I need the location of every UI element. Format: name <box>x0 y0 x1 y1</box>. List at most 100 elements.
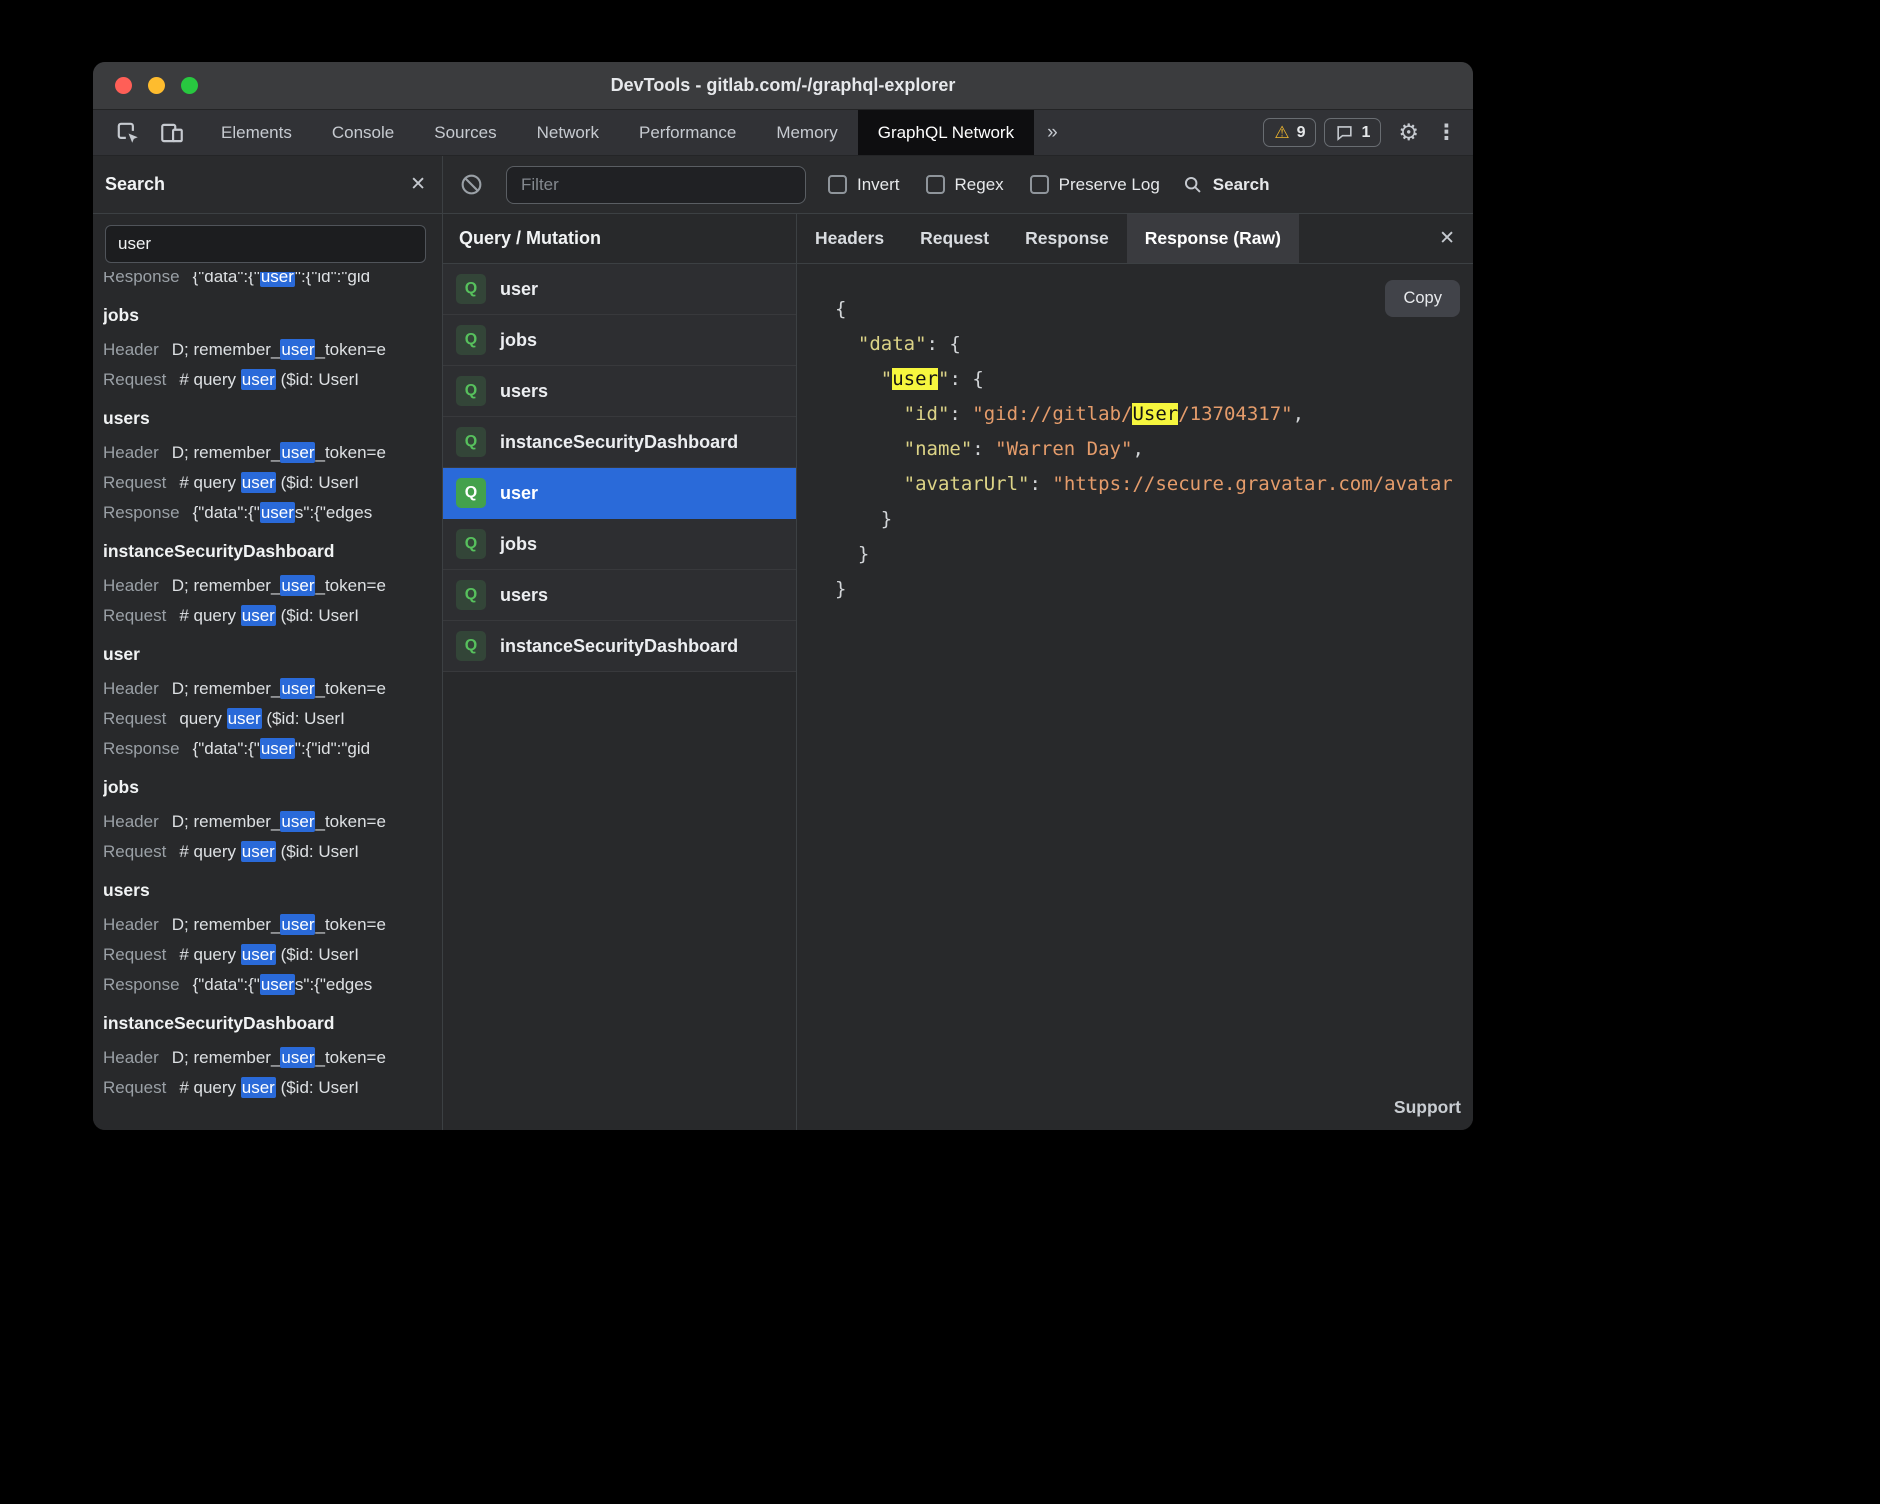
network-toolbar: Invert Regex Preserve Log Search <box>443 156 1473 213</box>
result-line-label: Request <box>103 1078 166 1097</box>
query-list-item[interactable]: QinstanceSecurityDashboard <box>443 621 796 672</box>
search-result-group-title[interactable]: user <box>103 639 442 669</box>
query-list-item[interactable]: Qjobs <box>443 519 796 570</box>
search-input-wrap <box>93 214 442 272</box>
details-pane: HeadersRequestResponseResponse (Raw) ✕ C… <box>797 214 1473 1130</box>
search-result-group-title[interactable]: users <box>103 403 442 433</box>
search-result-line[interactable]: Requestquery user ($id: UserI <box>103 704 442 734</box>
checkbox-label: Invert <box>857 175 900 195</box>
tab-network[interactable]: Network <box>517 110 619 155</box>
search-result-group-title[interactable]: instanceSecurityDashboard <box>103 536 442 566</box>
checkbox-box <box>828 175 847 194</box>
query-badge-icon: Q <box>456 325 486 355</box>
result-line-label: Header <box>103 812 159 831</box>
search-result-line[interactable]: Request# query user ($id: UserI <box>103 601 442 631</box>
query-list-item[interactable]: Quser <box>443 468 796 519</box>
result-line-label: Response <box>103 272 180 286</box>
checkbox-invert[interactable]: Invert <box>828 175 900 195</box>
support-link[interactable]: Support <box>1394 1097 1461 1118</box>
search-result-group-title[interactable]: instanceSecurityDashboard <box>103 1008 442 1038</box>
query-list-item[interactable]: Quser <box>443 264 796 315</box>
search-result-group-title[interactable]: jobs <box>103 300 442 330</box>
query-label: jobs <box>500 534 537 555</box>
search-result-line[interactable]: Response{"data":{"users":{"edges <box>103 970 442 1000</box>
json-line: } <box>835 537 1473 572</box>
search-result-group-title[interactable]: jobs <box>103 772 442 802</box>
search-toggle[interactable]: Search <box>1182 174 1270 195</box>
search-result-line[interactable]: Request# query user ($id: UserI <box>103 1073 442 1103</box>
search-result-line[interactable]: Response{"data":{"user":{"id":"gid <box>103 734 442 764</box>
checkbox-box <box>1030 175 1049 194</box>
query-list-item[interactable]: Qjobs <box>443 315 796 366</box>
tabbar-right-controls: ⚠ 9 1 ⚙ ⋮ <box>1263 110 1473 155</box>
query-list-item[interactable]: QinstanceSecurityDashboard <box>443 417 796 468</box>
result-line-label: Request <box>103 606 166 625</box>
clear-icon[interactable] <box>459 172 484 197</box>
devtools-tabs: ElementsConsoleSourcesNetworkPerformance… <box>201 110 1034 155</box>
search-result-line[interactable]: HeaderD; remember_user_token=e <box>103 1043 442 1073</box>
details-tab-response[interactable]: Response <box>1007 214 1127 263</box>
close-details-icon[interactable]: ✕ <box>1421 214 1473 263</box>
settings-gear-icon[interactable]: ⚙ <box>1398 121 1419 144</box>
search-result-line[interactable]: HeaderD; remember_user_token=e <box>103 807 442 837</box>
search-result-line[interactable]: HeaderD; remember_user_token=e <box>103 571 442 601</box>
search-result-line[interactable]: Request# query user ($id: UserI <box>103 940 442 970</box>
tab-memory[interactable]: Memory <box>756 110 857 155</box>
checkbox-regex[interactable]: Regex <box>926 175 1004 195</box>
messages-badge[interactable]: 1 <box>1324 118 1381 147</box>
query-list-item[interactable]: Qusers <box>443 366 796 417</box>
copy-button[interactable]: Copy <box>1385 280 1460 317</box>
query-badge-icon: Q <box>456 478 486 508</box>
query-label: users <box>500 381 548 402</box>
json-code: { "data": { "user": { "id": "gid://gitla… <box>835 292 1473 607</box>
devtools-tabbar: ElementsConsoleSourcesNetworkPerformance… <box>93 110 1473 156</box>
result-line-label: Request <box>103 709 166 728</box>
details-tab-request[interactable]: Request <box>902 214 1007 263</box>
search-result-line[interactable]: Response{"data":{"users":{"edges <box>103 498 442 528</box>
checkbox-preserve-log[interactable]: Preserve Log <box>1030 175 1160 195</box>
query-list-item[interactable]: Qusers <box>443 570 796 621</box>
search-panel-header: Search ✕ <box>93 156 443 213</box>
query-label: instanceSecurityDashboard <box>500 636 738 657</box>
details-tab-headers[interactable]: Headers <box>797 214 902 263</box>
search-query-input[interactable] <box>105 225 426 263</box>
query-badge-icon: Q <box>456 580 486 610</box>
inspect-element-icon[interactable] <box>115 120 141 146</box>
search-result-line[interactable]: HeaderD; remember_user_token=e <box>103 438 442 468</box>
details-tab-response-raw[interactable]: Response (Raw) <box>1127 214 1299 263</box>
query-badge-icon: Q <box>456 274 486 304</box>
device-toolbar-icon[interactable] <box>159 120 185 146</box>
tab-sources[interactable]: Sources <box>414 110 516 155</box>
result-line-label: Request <box>103 473 166 492</box>
tab-performance[interactable]: Performance <box>619 110 756 155</box>
tab-elements[interactable]: Elements <box>201 110 312 155</box>
result-line-label: Header <box>103 576 159 595</box>
result-line-label: Response <box>103 739 180 758</box>
search-result-line[interactable]: HeaderD; remember_user_token=e <box>103 910 442 940</box>
search-result-line[interactable]: HeaderD; remember_user_token=e <box>103 674 442 704</box>
search-result-line[interactable]: HeaderD; remember_user_token=e <box>103 335 442 365</box>
search-result-line[interactable]: Request# query user ($id: UserI <box>103 837 442 867</box>
tab-graphql-network[interactable]: GraphQL Network <box>858 110 1034 155</box>
issues-badge[interactable]: ⚠ 9 <box>1263 118 1316 147</box>
search-result-line[interactable]: Request# query user ($id: UserI <box>103 365 442 395</box>
query-badge-icon: Q <box>456 427 486 457</box>
query-list-header: Query / Mutation <box>443 214 796 264</box>
search-result-line[interactable]: Request# query user ($id: UserI <box>103 468 442 498</box>
search-panel-title: Search <box>105 174 165 195</box>
result-line-label: Response <box>103 975 180 994</box>
window-title: DevTools - gitlab.com/-/graphql-explorer <box>93 75 1473 96</box>
checkbox-label: Regex <box>955 175 1004 195</box>
result-line-label: Request <box>103 842 166 861</box>
kebab-menu-icon[interactable]: ⋮ <box>1436 122 1457 143</box>
search-result-group-title[interactable]: users <box>103 875 442 905</box>
screen: DevTools - gitlab.com/-/graphql-explorer <box>0 0 1880 1504</box>
filter-input[interactable] <box>506 166 806 204</box>
search-result-line[interactable]: Response{"data":{"user":{"id":"gid <box>103 272 442 292</box>
result-line-label: Header <box>103 443 159 462</box>
tab-console[interactable]: Console <box>312 110 414 155</box>
content: Response{"data":{"user":{"id":"gid jobs He… <box>93 214 1473 1130</box>
close-search-panel-icon[interactable]: ✕ <box>410 175 426 194</box>
query-list-pane: Query / Mutation QuserQjobsQusersQinstan… <box>443 214 797 1130</box>
more-tabs-chevron[interactable]: » <box>1034 110 1071 155</box>
